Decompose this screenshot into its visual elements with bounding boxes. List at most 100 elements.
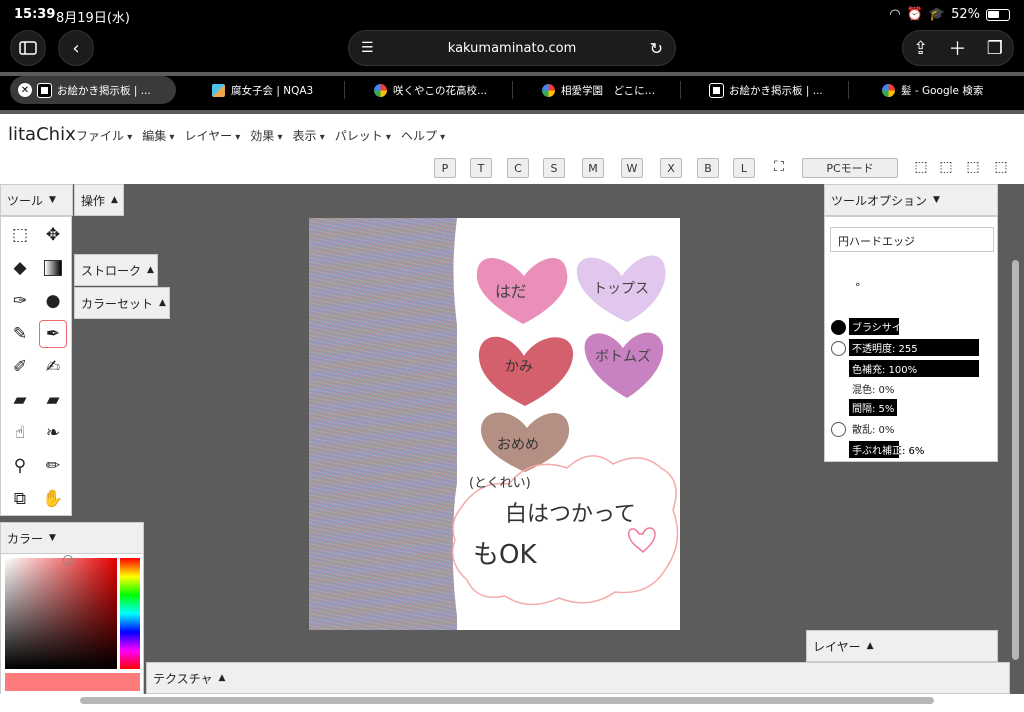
blur-drop-icon[interactable]: ● <box>39 287 67 315</box>
soft-eraser-icon[interactable]: ▰ <box>39 386 67 414</box>
menu-palette[interactable]: パレット <box>335 127 391 144</box>
close-tab-icon[interactable]: ✕ <box>18 83 32 97</box>
brush-preview: ° <box>855 281 861 294</box>
tab-2[interactable]: 咲くやこの花高校... <box>366 76 510 104</box>
sidebar-toggle-button[interactable] <box>10 30 46 66</box>
slider-stabilizer[interactable]: 手ぶれ補正: 6% <box>849 441 979 458</box>
pc-mode-button[interactable]: PCモード <box>802 158 898 178</box>
key-x-button[interactable]: X <box>660 158 682 178</box>
note-ok: もOK <box>473 540 537 570</box>
google-icon <box>882 83 895 97</box>
gradient-icon[interactable] <box>39 254 67 282</box>
menu-list: ファイル 編集 レイヤー 効果 表示 パレット ヘルプ <box>76 127 445 144</box>
watercolor-icon[interactable]: ✍ <box>39 353 67 381</box>
page-menu-icon: ☰ <box>361 40 374 56</box>
url-text: kakumaminato.com <box>447 40 577 56</box>
share-icon[interactable]: ⇪ <box>913 38 928 59</box>
address-bar[interactable]: ☰ kakumaminato.com ↻ <box>348 30 676 66</box>
key-l-button[interactable]: L <box>733 158 755 178</box>
tabs-overview-icon[interactable]: ❐ <box>987 38 1003 59</box>
copy-area-icon[interactable]: ⧉ <box>6 485 34 513</box>
rect-select-icon[interactable]: ⬚ <box>6 221 34 249</box>
color-panel-header[interactable]: カラー ▼ <box>0 522 144 554</box>
tab-0[interactable]: ✕ お絵かき掲示板 | ... <box>10 76 176 104</box>
fullscreen-icon[interactable]: ⛶ <box>770 158 788 176</box>
drawing-canvas[interactable]: はだ トップス かみ ボトムズ おめめ (とくれい) 白はつかって もOK <box>309 218 680 630</box>
operation-panel-header[interactable]: 操作 ▲ <box>74 184 124 216</box>
radio-brush-size[interactable] <box>831 320 846 335</box>
reload-icon[interactable]: ↻ <box>650 39 663 58</box>
select-all-icon[interactable]: ⬚ <box>937 158 955 176</box>
radio-scatter[interactable] <box>831 422 846 437</box>
tool-options-header[interactable]: ツールオプション ▼ <box>824 184 998 216</box>
airbrush-icon[interactable]: ✐ <box>6 353 34 381</box>
tools-panel-header[interactable]: ツール ▼ <box>0 184 73 216</box>
tab-title: 相愛学園 どこに… <box>561 84 656 97</box>
key-b-button[interactable]: B <box>697 158 719 178</box>
panel-title: カラーセット <box>81 296 154 311</box>
label-bottoms: ボトムズ <box>595 349 651 365</box>
slider-scatter[interactable]: 散乱: 0% <box>849 420 979 437</box>
saturation-value-area[interactable] <box>5 555 117 669</box>
slider-opacity[interactable]: 不透明度: 255 <box>849 339 979 356</box>
text-brush-icon[interactable]: ✏ <box>39 452 67 480</box>
color-cursor[interactable] <box>63 555 73 565</box>
pencil-icon[interactable]: ✎ <box>6 320 34 348</box>
key-c-button[interactable]: C <box>507 158 529 178</box>
move-icon[interactable]: ✥ <box>39 221 67 249</box>
eyedropper-icon[interactable]: ✑ <box>6 287 34 315</box>
menu-view[interactable]: 表示 <box>293 127 325 144</box>
slider-label: 手ぶれ補正: 6% <box>852 446 925 457</box>
tab-5[interactable]: 髪 - Google 検索 <box>874 76 1014 104</box>
tab-3[interactable]: 相愛学園 どこに… <box>534 76 674 104</box>
menu-layer[interactable]: レイヤー <box>184 127 240 144</box>
browser-actions: ⇪ ＋ ❐ <box>902 30 1014 66</box>
browser-toolbar: ‹ ☰ kakumaminato.com ↻ ⇪ ＋ ❐ <box>0 30 1024 72</box>
horizontal-scrollbar[interactable] <box>80 697 934 704</box>
blend-icon[interactable]: ❧ <box>39 419 67 447</box>
vertical-scrollbar[interactable] <box>1012 260 1019 660</box>
panel-title: ストローク <box>81 263 142 278</box>
alarm-icon: ⏰ <box>906 7 923 22</box>
app-logo: litaChix <box>8 124 76 145</box>
slider-interval[interactable]: 間隔: 5% <box>849 399 979 416</box>
menu-help[interactable]: ヘルプ <box>401 127 445 144</box>
hand-icon[interactable]: ✋ <box>39 485 67 513</box>
stroke-panel-header[interactable]: ストローク ▲ <box>74 254 158 286</box>
fill-bucket-icon[interactable]: ◆ <box>6 254 34 282</box>
key-m-button[interactable]: M <box>582 158 604 178</box>
current-color-swatch[interactable] <box>5 673 140 691</box>
eraser-icon[interactable]: ▰ <box>6 386 34 414</box>
chevron-up-icon: ▲ <box>218 673 226 683</box>
menu-edit[interactable]: 編集 <box>142 127 174 144</box>
layer-panel-header[interactable]: レイヤー ▲ <box>806 630 998 662</box>
colorset-panel-header[interactable]: カラーセット ▲ <box>74 287 170 319</box>
key-s-button[interactable]: S <box>543 158 565 178</box>
clear-selection-icon[interactable]: ⬚ <box>992 158 1010 176</box>
hue-slider[interactable] <box>120 558 140 669</box>
key-p-button[interactable]: P <box>434 158 456 178</box>
slider-color-mix[interactable]: 混色: 0% <box>849 380 979 397</box>
key-t-button[interactable]: T <box>470 158 492 178</box>
smudge-icon[interactable]: ☝ <box>6 419 34 447</box>
chevron-down-icon: ▼ <box>933 195 940 205</box>
status-date: 8月19日(水) <box>56 11 130 26</box>
slider-color-refill[interactable]: 色補充: 100% <box>849 360 979 377</box>
back-button[interactable]: ‹ <box>58 30 94 66</box>
pen-icon[interactable]: ✒ <box>39 320 67 348</box>
slider-label: 色補充: 100% <box>852 365 918 376</box>
texture-panel-header[interactable]: テクスチャ ▲ <box>146 662 1010 694</box>
radio-opacity[interactable] <box>831 341 846 356</box>
menu-file[interactable]: ファイル <box>76 127 132 144</box>
menu-effect[interactable]: 効果 <box>250 127 282 144</box>
deselect-icon[interactable]: ⬚ <box>912 158 930 176</box>
brush-name-field[interactable]: 円ハードエッジ <box>830 227 994 252</box>
tab-1[interactable]: 腐女子会 | NQA3 <box>204 76 344 104</box>
selection-icon[interactable]: ⬚ <box>964 158 982 176</box>
key-w-button[interactable]: W <box>621 158 643 178</box>
slider-brush-size[interactable]: ブラシサイズ: 5 <box>849 318 979 335</box>
new-tab-icon[interactable]: ＋ <box>948 35 966 61</box>
tab-4[interactable]: お絵かき掲示板 | ... <box>702 76 842 104</box>
chevron-up-icon: ▲ <box>111 195 118 205</box>
lasso-icon[interactable]: ⚲ <box>6 452 34 480</box>
